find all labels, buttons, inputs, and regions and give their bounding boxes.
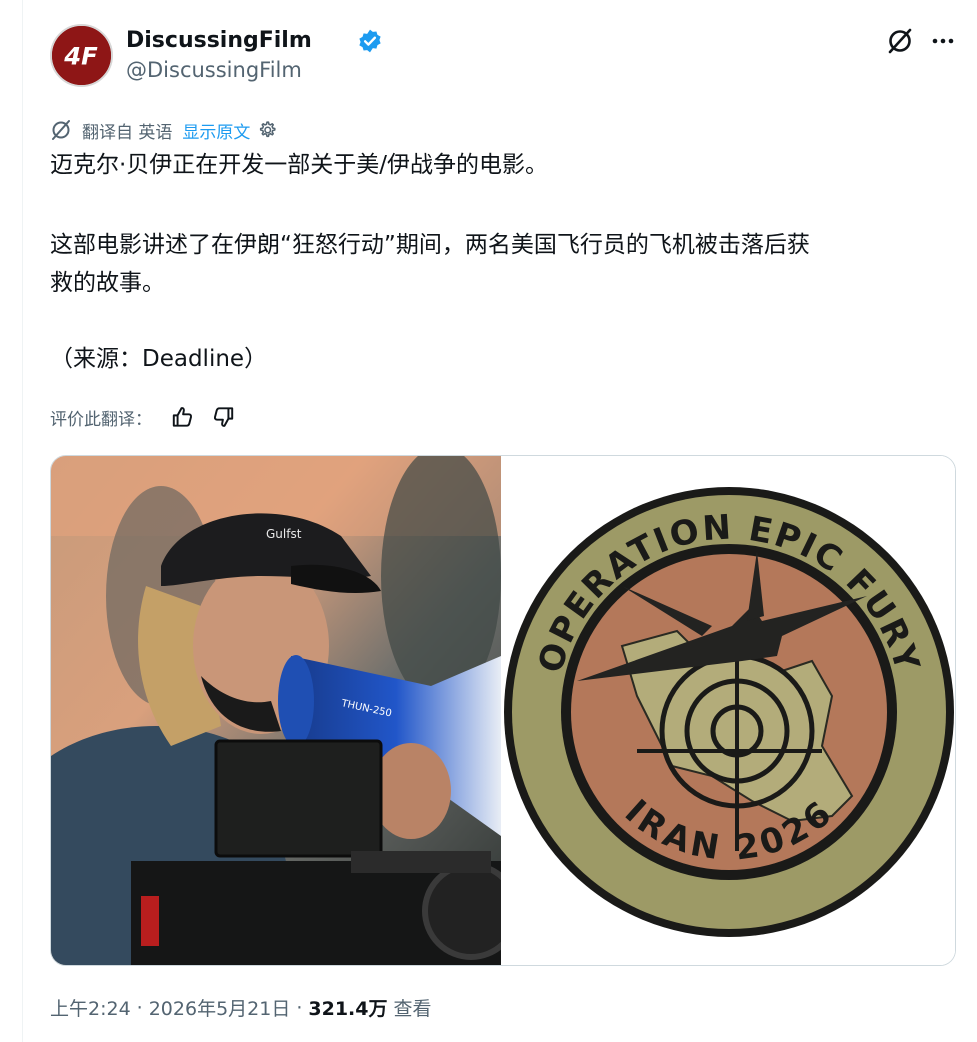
separator-dot: ·	[136, 996, 143, 1019]
post-text-line: 救的故事。	[50, 270, 165, 296]
translated-from-label: 翻译自 英语	[82, 122, 173, 143]
separator-dot: ·	[296, 996, 303, 1019]
post-header: 4F DiscussingFilm @DiscussingFilm	[50, 22, 960, 88]
author-handle[interactable]: @DiscussingFilm	[126, 58, 302, 82]
operation-epic-fury-patch: OPERATION EPIC FURY IRAN 2026	[502, 456, 955, 965]
verified-badge-icon	[359, 29, 381, 53]
show-original-link[interactable]: 显示原文	[182, 118, 250, 143]
avatar-logo: 4F	[52, 26, 111, 85]
more-icon[interactable]	[928, 26, 958, 56]
media-gallery: Gulfst THUN-250 OPERATION EPIC FURY IRAN…	[50, 455, 956, 966]
post-time[interactable]: 上午2:24	[50, 994, 131, 1021]
avatar[interactable]: 4F	[50, 24, 113, 87]
views-label: 查看	[393, 998, 432, 1020]
views-count: 321.4万	[308, 998, 388, 1020]
director-photo[interactable]: Gulfst THUN-250	[51, 456, 501, 965]
thumbs-down-icon[interactable]	[210, 404, 236, 430]
svg-text:4F: 4F	[63, 41, 98, 70]
translation-bar: 翻译自 英语 显示原文	[50, 118, 278, 143]
rate-translation-bar: 评价此翻译：	[50, 403, 250, 431]
post-source-line: （来源：Deadline）	[50, 346, 268, 372]
rate-translation-label: 评价此翻译：	[50, 409, 152, 430]
thumbs-up-icon[interactable]	[170, 404, 196, 430]
post-meta: 上午2:24 · 2026年5月21日 · 321.4万 查看	[50, 994, 432, 1021]
svg-text:Gulfst: Gulfst	[266, 527, 302, 541]
left-divider	[22, 0, 23, 1042]
director-megaphone-image: Gulfst THUN-250	[51, 456, 501, 965]
post-text-line: 这部电影讲述了在伊朗“狂怒行动”期间，两名美国飞行员的飞机被击落后获	[50, 232, 810, 258]
grok-icon[interactable]	[885, 26, 915, 56]
gear-icon[interactable]	[256, 119, 278, 141]
post-text-line: 迈克尔·贝伊正在开发一部关于美/伊战争的电影。	[50, 152, 549, 178]
translate-icon	[52, 120, 70, 140]
operation-patch-image[interactable]: OPERATION EPIC FURY IRAN 2026	[502, 456, 955, 965]
post-date[interactable]: 2026年5月21日	[149, 994, 291, 1021]
author-name[interactable]: DiscussingFilm	[126, 28, 312, 53]
